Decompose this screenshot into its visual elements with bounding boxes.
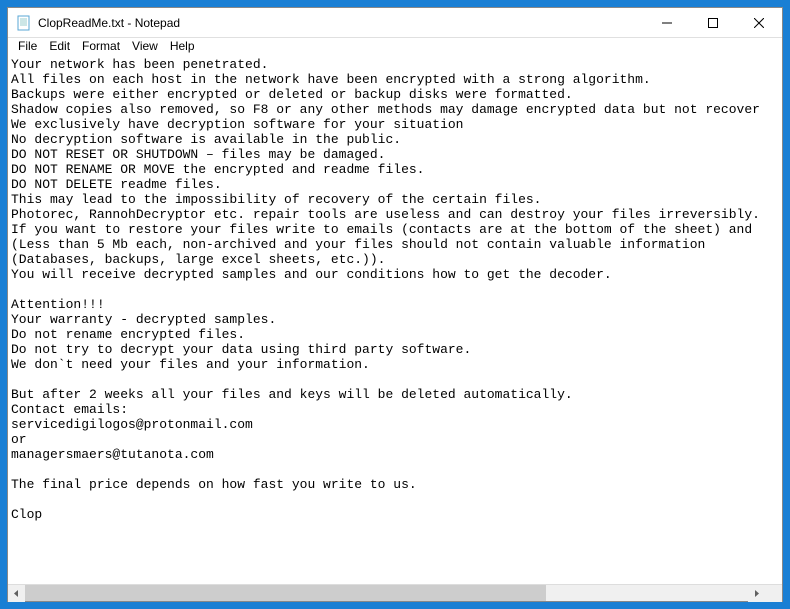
minimize-button[interactable] xyxy=(644,8,690,37)
window-title: ClopReadMe.txt - Notepad xyxy=(38,16,644,30)
menu-help[interactable]: Help xyxy=(164,38,201,57)
scroll-track[interactable] xyxy=(25,585,748,601)
menu-file[interactable]: File xyxy=(12,38,43,57)
text-area[interactable]: Your network has been penetrated. All fi… xyxy=(8,57,782,584)
notepad-icon xyxy=(16,15,32,31)
horizontal-scrollbar[interactable] xyxy=(8,584,782,601)
menu-format[interactable]: Format xyxy=(76,38,126,57)
menubar: File Edit Format View Help xyxy=(8,38,782,57)
scroll-thumb[interactable] xyxy=(25,585,546,601)
scroll-right-button[interactable] xyxy=(748,585,765,602)
menu-view[interactable]: View xyxy=(126,38,164,57)
notepad-window: ClopReadMe.txt - Notepad File Edit Forma… xyxy=(7,7,783,602)
window-controls xyxy=(644,8,782,37)
scroll-left-button[interactable] xyxy=(8,585,25,602)
maximize-button[interactable] xyxy=(690,8,736,37)
menu-edit[interactable]: Edit xyxy=(43,38,76,57)
close-button[interactable] xyxy=(736,8,782,37)
scrollbar-corner xyxy=(765,585,782,602)
titlebar[interactable]: ClopReadMe.txt - Notepad xyxy=(8,8,782,38)
